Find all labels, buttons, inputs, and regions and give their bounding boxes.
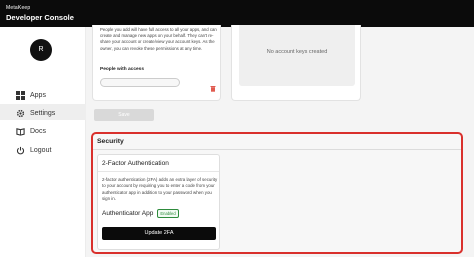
section-divider [93, 149, 461, 150]
security-section: Security 2-Factor Authentication 2-facto… [91, 132, 463, 254]
sidebar-item-settings[interactable]: Settings [16, 107, 55, 119]
sidebar-item-logout[interactable]: Logout [16, 144, 51, 156]
sidebar-item-label: Docs [30, 127, 46, 135]
sidebar-item-label: Settings [30, 109, 56, 117]
avatar[interactable]: R [30, 39, 52, 61]
app-title: Developer Console [6, 13, 74, 22]
access-description: People you add will have full access to … [100, 27, 217, 51]
no-keys-message: No account keys created [266, 49, 328, 55]
save-button[interactable]: Save [94, 109, 154, 121]
authenticator-label: Authenticator App [102, 210, 154, 217]
security-title: Security [97, 138, 124, 145]
account-access-card: People you add will have full access to … [92, 25, 221, 101]
sidebar-item-label: Apps [30, 91, 46, 99]
grid-icon [16, 90, 25, 100]
update-2fa-button[interactable]: Update 2FA [102, 227, 216, 240]
two-factor-description: 2-factor authentication (2FA) adds an ex… [102, 177, 218, 201]
brand-name: MetaKeep [6, 5, 31, 11]
status-badge: Enabled [157, 209, 179, 218]
access-email-input[interactable] [100, 78, 180, 87]
people-with-access-heading: People with access [100, 67, 144, 72]
authenticator-row: Authenticator App Enabled [102, 209, 179, 218]
top-bar: MetaKeep Developer Console [0, 0, 474, 27]
gear-icon [16, 109, 25, 118]
sidebar-item-label: Logout [30, 146, 52, 154]
book-icon [16, 127, 25, 136]
main-content: People you add will have full access to … [86, 25, 474, 257]
two-factor-title: 2-Factor Authentication [102, 160, 169, 167]
sidebar-item-docs[interactable]: Docs [16, 125, 46, 137]
sidebar: R Apps Settings Docs Logout [0, 27, 86, 257]
sidebar-item-apps[interactable]: Apps [16, 89, 46, 101]
two-factor-card: 2-Factor Authentication 2-factor authent… [97, 154, 220, 250]
account-keys-card: No account keys created [231, 25, 361, 101]
power-icon [16, 146, 25, 155]
account-keys-placeholder: No account keys created [239, 25, 355, 86]
card-divider [98, 171, 219, 172]
trash-icon[interactable] [210, 79, 216, 92]
